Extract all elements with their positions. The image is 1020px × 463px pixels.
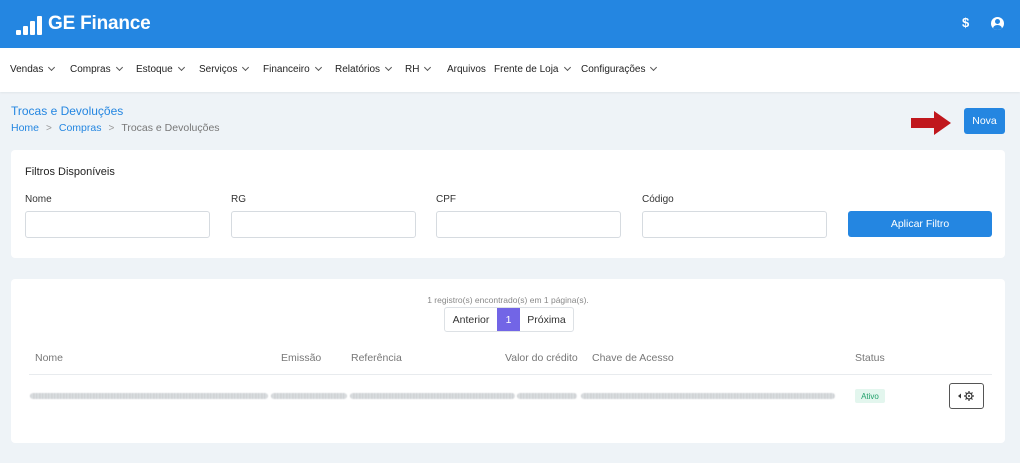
redacted-cell xyxy=(350,393,515,399)
filter-label-nome: Nome xyxy=(25,194,52,205)
redacted-cell xyxy=(30,393,268,399)
pagination-prev-button[interactable]: Anterior xyxy=(445,308,497,331)
filter-label-cpf: CPF xyxy=(436,194,456,205)
column-header-nome: Nome xyxy=(35,352,64,364)
column-header-referencia: Referência xyxy=(351,352,402,364)
nav-item-vendas[interactable]: Vendas xyxy=(10,63,56,75)
user-circle-icon[interactable] xyxy=(991,17,1004,30)
records-info: 1 registro(s) encontrado(s) em 1 página(… xyxy=(427,295,589,305)
breadcrumb-home[interactable]: Home xyxy=(11,122,39,134)
rg-filter-input[interactable] xyxy=(231,211,416,238)
redacted-cell xyxy=(581,393,835,399)
chevron-right-icon: > xyxy=(46,123,52,134)
filter-label-rg: RG xyxy=(231,194,246,205)
results-card: 1 registro(s) encontrado(s) em 1 página(… xyxy=(11,279,1005,443)
arrow-right-icon xyxy=(911,111,951,135)
chevron-down-icon xyxy=(384,63,393,72)
top-bar: GE Finance $ xyxy=(0,0,1020,48)
column-header-emissao: Emissão xyxy=(281,352,322,364)
filters-card: Filtros Disponíveis Nome RG CPF Código A… xyxy=(11,150,1005,258)
apply-filter-button[interactable]: Aplicar Filtro xyxy=(848,211,992,237)
cpf-filter-input[interactable] xyxy=(436,211,621,238)
code-filter-input[interactable] xyxy=(642,211,827,238)
row-actions-button[interactable] xyxy=(949,383,984,409)
nav-item-rh[interactable]: RH xyxy=(405,63,432,75)
table-header-divider xyxy=(29,374,992,375)
pagination: Anterior 1 Próxima xyxy=(444,307,574,332)
name-filter-input[interactable] xyxy=(25,211,210,238)
page-title: Trocas e Devoluções xyxy=(11,104,124,118)
new-button[interactable]: Nova xyxy=(964,108,1005,134)
nav-item-relatorios[interactable]: Relatórios xyxy=(335,63,393,75)
breadcrumb-current: Trocas e Devoluções xyxy=(121,122,220,134)
column-header-valor-do-credito: Valor do crédito xyxy=(505,352,578,364)
column-header-chave-de-acesso: Chave de Acesso xyxy=(592,352,674,364)
filter-label-codigo: Código xyxy=(642,194,674,205)
chevron-down-icon xyxy=(115,63,123,72)
nav-item-frente-de-loja[interactable]: Frente de Loja xyxy=(494,63,571,75)
chevron-down-icon xyxy=(177,63,185,72)
logo-bars-icon xyxy=(16,15,42,35)
chevron-down-icon xyxy=(563,63,571,72)
status-badge: Ativo xyxy=(855,389,885,403)
chevron-down-icon xyxy=(48,63,56,72)
chevron-right-icon: > xyxy=(108,123,115,134)
breadcrumb-compras[interactable]: Compras xyxy=(59,122,102,134)
redacted-cell xyxy=(271,393,347,399)
chevron-down-icon xyxy=(650,63,658,72)
chevron-down-icon xyxy=(314,63,322,72)
redacted-cell xyxy=(517,393,577,399)
chevron-down-icon xyxy=(242,63,250,72)
nav-item-configuracoes[interactable]: Configurações xyxy=(581,63,658,75)
nav-item-estoque[interactable]: Estoque xyxy=(136,63,185,75)
main-nav: Vendas Compras Estoque Serviços Financei… xyxy=(0,48,1020,92)
dollar-icon[interactable]: $ xyxy=(962,15,969,30)
chevron-down-icon xyxy=(424,63,432,72)
app-logo[interactable]: GE Finance xyxy=(16,13,151,35)
nav-item-financeiro[interactable]: Financeiro xyxy=(263,63,322,75)
filters-title: Filtros Disponíveis xyxy=(25,166,115,178)
app-name: GE Finance xyxy=(48,13,151,34)
column-header-status: Status xyxy=(855,352,885,364)
gear-icon xyxy=(957,391,974,401)
nav-item-arquivos[interactable]: Arquivos xyxy=(447,64,486,75)
pagination-next-button[interactable]: Próxima xyxy=(520,308,573,331)
nav-item-servicos[interactable]: Serviços xyxy=(199,63,250,75)
nav-item-compras[interactable]: Compras xyxy=(70,63,123,75)
breadcrumb: Home > Compras > Trocas e Devoluções xyxy=(11,122,220,134)
pagination-page-1[interactable]: 1 xyxy=(497,308,520,331)
